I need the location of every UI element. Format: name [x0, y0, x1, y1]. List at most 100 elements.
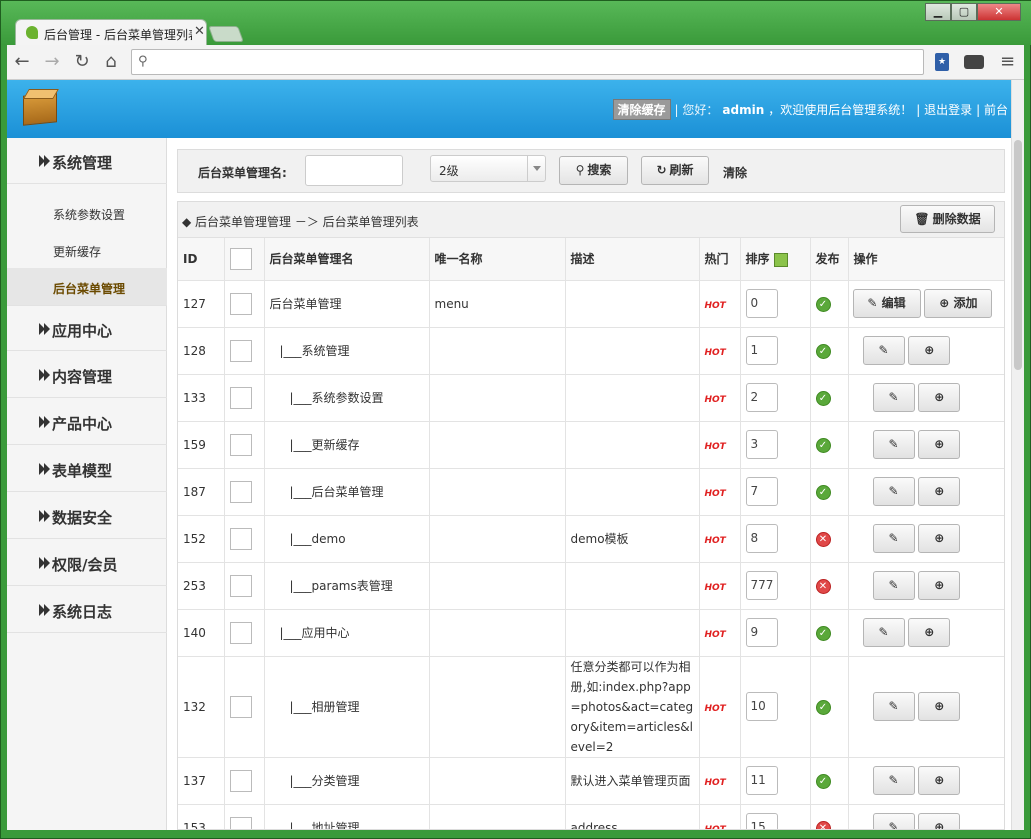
sort-input[interactable]: 777 — [745, 571, 778, 600]
level-select[interactable]: 2级 — [430, 155, 546, 182]
edit-button[interactable]: ✎ — [872, 477, 915, 506]
edit-button[interactable]: ✎ — [872, 383, 915, 412]
published-check-icon[interactable]: ✓ — [815, 390, 831, 406]
add-button[interactable]: ⊕ — [918, 571, 961, 600]
hot-badge[interactable]: HOT — [705, 630, 726, 640]
add-button[interactable]: ⊕ — [908, 618, 951, 647]
hot-badge[interactable]: HOT — [705, 395, 726, 405]
add-button[interactable]: ⊕ — [918, 524, 961, 553]
clear-cache-button[interactable]: 清除缓存 — [612, 99, 671, 120]
save-sort-icon[interactable] — [773, 252, 788, 267]
unpublished-x-icon[interactable]: ✕ — [815, 578, 831, 594]
sidebar-group-content[interactable]: 内容管理 — [7, 352, 167, 398]
tab-close-icon[interactable]: ✕ — [194, 24, 205, 39]
sidebar-group-security[interactable]: 数据安全 — [7, 493, 167, 539]
published-check-icon[interactable]: ✓ — [815, 699, 831, 715]
row-checkbox[interactable] — [229, 292, 252, 315]
select-all-checkbox[interactable] — [229, 247, 252, 270]
sort-input[interactable]: 10 — [745, 692, 778, 721]
hot-badge[interactable]: HOT — [705, 301, 726, 311]
sort-input[interactable]: 3 — [745, 430, 778, 459]
sort-input[interactable]: 11 — [745, 766, 778, 795]
sort-input[interactable]: 15 — [745, 813, 778, 829]
hot-badge[interactable]: HOT — [705, 536, 726, 546]
sidebar-group-forms[interactable]: 表单模型 — [7, 446, 167, 492]
sort-input[interactable]: 1 — [745, 336, 778, 365]
sort-input[interactable]: 0 — [745, 289, 778, 318]
row-checkbox[interactable] — [229, 339, 252, 362]
minimize-button[interactable]: ▁ — [925, 3, 951, 21]
hot-badge[interactable]: HOT — [705, 778, 726, 788]
edit-button[interactable]: ✎ — [872, 813, 915, 829]
published-check-icon[interactable]: ✓ — [815, 343, 831, 359]
logout-link[interactable]: | 退出登录 — [916, 101, 972, 118]
unpublished-x-icon[interactable]: ✕ — [815, 531, 831, 547]
row-checkbox[interactable] — [229, 769, 252, 792]
published-check-icon[interactable]: ✓ — [815, 437, 831, 453]
add-button[interactable]: ⊕ — [918, 430, 961, 459]
sidebar-item-params[interactable]: 系统参数设置 — [53, 206, 125, 223]
browser-tab[interactable]: 后台管理 - 后台菜单管理列表 ✕ — [15, 19, 207, 46]
sidebar-group-members[interactable]: 权限/会员 — [7, 540, 167, 586]
edit-button[interactable]: ✎ 编辑 — [852, 289, 921, 318]
col-sort[interactable]: 排序 — [740, 238, 811, 281]
hot-badge[interactable]: HOT — [705, 442, 726, 452]
sidebar-item-menu[interactable]: 后台菜单管理 — [53, 280, 125, 297]
add-button[interactable]: ⊕ — [918, 766, 961, 795]
address-bar[interactable]: ⚲ — [131, 49, 924, 75]
close-window-button[interactable]: ✕ — [977, 3, 1021, 21]
new-tab-button[interactable] — [208, 26, 244, 42]
row-checkbox[interactable] — [229, 480, 252, 503]
row-checkbox[interactable] — [229, 386, 252, 409]
add-button[interactable]: ⊕ — [918, 383, 961, 412]
delete-data-button[interactable]: 🗑 删除数据 — [900, 205, 995, 233]
forward-icon[interactable]: → — [41, 52, 63, 72]
edit-button[interactable]: ✎ — [862, 618, 905, 647]
home-icon[interactable]: ⌂ — [100, 52, 122, 72]
row-checkbox[interactable] — [229, 695, 252, 718]
hot-badge[interactable]: HOT — [705, 704, 726, 714]
sort-input[interactable]: 9 — [745, 618, 778, 647]
published-check-icon[interactable]: ✓ — [815, 625, 831, 641]
edit-button[interactable]: ✎ — [872, 524, 915, 553]
row-checkbox[interactable] — [229, 574, 252, 597]
search-input[interactable] — [305, 155, 403, 186]
sidebar-group-logs[interactable]: 系统日志 — [7, 587, 167, 633]
add-button[interactable]: ⊕ — [908, 336, 951, 365]
sort-input[interactable]: 7 — [745, 477, 778, 506]
add-button[interactable]: ⊕ 添加 — [924, 289, 993, 318]
published-check-icon[interactable]: ✓ — [815, 773, 831, 789]
row-checkbox[interactable] — [229, 816, 252, 829]
row-checkbox[interactable] — [229, 621, 252, 644]
menu-icon[interactable]: ≡ — [1000, 51, 1015, 72]
page-scrollbar[interactable] — [1011, 80, 1024, 830]
maximize-button[interactable]: ▢ — [951, 3, 977, 21]
published-check-icon[interactable]: ✓ — [815, 484, 831, 500]
bookmark-extension-icon[interactable]: ★ — [935, 53, 949, 71]
scrollbar-thumb[interactable] — [1014, 140, 1022, 370]
sidebar-item-cache[interactable]: 更新缓存 — [53, 243, 101, 260]
edit-button[interactable]: ✎ — [872, 430, 915, 459]
row-checkbox[interactable] — [229, 527, 252, 550]
refresh-button[interactable]: ↻ 刷新 — [641, 156, 709, 185]
sort-input[interactable]: 8 — [745, 524, 778, 553]
row-checkbox[interactable] — [229, 433, 252, 456]
sort-input[interactable]: 2 — [745, 383, 778, 412]
sidebar-group-system[interactable]: 系统管理 — [7, 138, 167, 184]
sidebar-group-apps[interactable]: 应用中心 — [7, 305, 167, 351]
edit-button[interactable]: ✎ — [872, 571, 915, 600]
unpublished-x-icon[interactable]: ✕ — [815, 820, 831, 829]
url-input[interactable] — [157, 53, 917, 71]
clear-link[interactable]: 清除 — [723, 164, 747, 181]
edit-button[interactable]: ✎ — [872, 766, 915, 795]
add-button[interactable]: ⊕ — [918, 692, 961, 721]
edit-button[interactable]: ✎ — [862, 336, 905, 365]
sidebar-group-products[interactable]: 产品中心 — [7, 399, 167, 445]
search-button[interactable]: ⚲ 搜索 — [559, 156, 628, 185]
frontend-link[interactable]: | 前台 — [976, 101, 1008, 118]
add-button[interactable]: ⊕ — [918, 813, 961, 829]
reload-icon[interactable]: ↻ — [71, 52, 93, 72]
published-check-icon[interactable]: ✓ — [815, 296, 831, 312]
add-button[interactable]: ⊕ — [918, 477, 961, 506]
hot-badge[interactable]: HOT — [705, 348, 726, 358]
